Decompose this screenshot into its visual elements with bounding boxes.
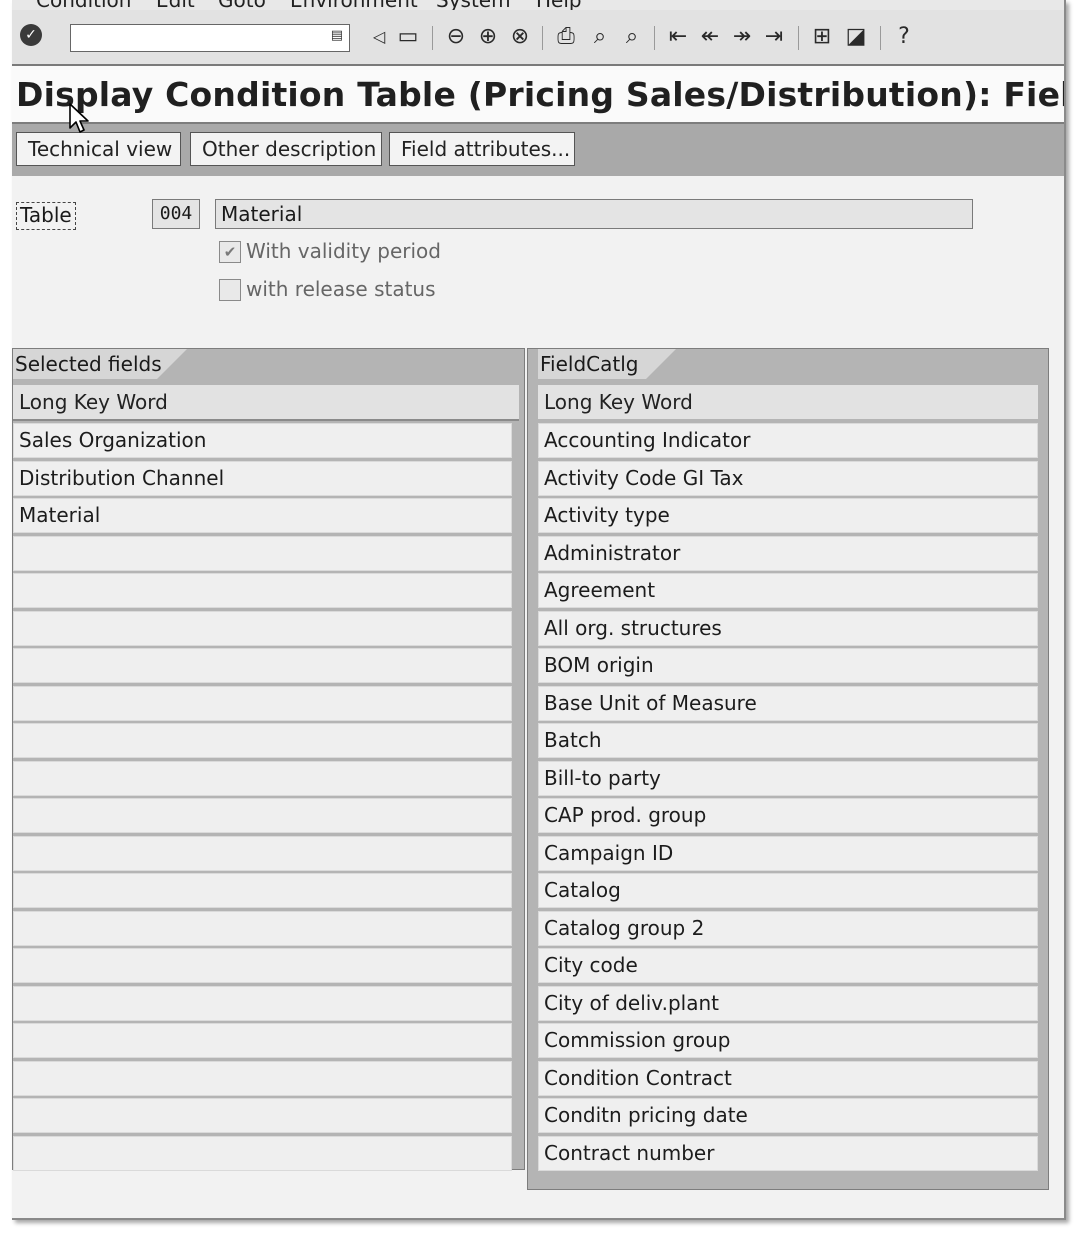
selected-field-row[interactable] <box>13 1060 512 1096</box>
field-catalog-panel: FieldCatlg Long Key Word Accounting Indi… <box>527 348 1049 1190</box>
selected-field-row[interactable] <box>13 610 512 646</box>
selected-field-row[interactable] <box>13 648 512 683</box>
field-catalog-row[interactable]: Activity type <box>538 498 1038 533</box>
exit-icon[interactable]: ⊕ <box>474 24 502 50</box>
find-next-icon[interactable]: ⌕ <box>618 24 646 50</box>
selected-field-row[interactable] <box>13 835 512 871</box>
selected-field-row[interactable]: Material <box>13 498 512 533</box>
help-icon[interactable]: ? <box>890 24 918 50</box>
selected-field-row[interactable]: Distribution Channel <box>13 460 512 496</box>
field-catalog-row[interactable]: Condition Contract <box>538 1060 1038 1096</box>
print-icon[interactable]: ⎙ <box>552 24 580 50</box>
field-catalog-row[interactable]: Contract number <box>538 1135 1038 1171</box>
page-title: Display Condition Table (Pricing Sales/D… <box>16 75 1064 114</box>
selected-fields-list: Sales Organization Distribution Channel Ma… <box>13 423 512 1173</box>
command-field[interactable]: ▤ <box>70 24 350 52</box>
selected-field-row[interactable] <box>13 1135 512 1171</box>
last-page-icon[interactable]: ⇥ <box>760 24 788 50</box>
field-catalog-row[interactable]: Accounting Indicator <box>538 423 1038 458</box>
release-status-label: with release status <box>246 277 436 301</box>
find-icon[interactable]: ⌕ <box>586 24 614 50</box>
next-page-icon[interactable]: ↠ <box>728 24 756 50</box>
first-page-icon[interactable]: ⇤ <box>664 24 692 50</box>
field-catalog-row[interactable]: Catalog <box>538 873 1038 908</box>
table-label: Table <box>16 202 76 230</box>
field-catalog-row[interactable]: City code <box>538 948 1038 983</box>
field-catalog-row[interactable]: Conditn pricing date <box>538 1098 1038 1133</box>
field-catalog-row[interactable]: Administrator <box>538 535 1038 571</box>
field-catalog-row[interactable]: Batch <box>538 723 1038 758</box>
selected-fields-panel: Selected fields Long Key Word Sales Orga… <box>12 348 525 1173</box>
application-toolbar: Technical view Other description Field a… <box>12 124 1064 176</box>
selected-field-row[interactable] <box>13 685 512 721</box>
command-history-icon[interactable]: ▤ <box>331 28 343 43</box>
field-catalog-row[interactable]: CAP prod. group <box>538 798 1038 833</box>
selected-field-row[interactable] <box>13 948 512 983</box>
technical-view-button[interactable]: Technical view <box>16 132 181 166</box>
validity-period-checkbox[interactable]: ✔ <box>219 241 241 263</box>
field-catalog-row[interactable]: City of deliv.plant <box>538 985 1038 1021</box>
selected-field-row[interactable] <box>13 798 512 833</box>
shortcut-icon[interactable]: ◪ <box>842 24 870 50</box>
selected-field-row[interactable] <box>13 535 512 571</box>
field-catalog-row[interactable]: BOM origin <box>538 648 1038 683</box>
selected-field-row[interactable] <box>13 985 512 1021</box>
field-catalog-row[interactable]: Agreement <box>538 573 1038 608</box>
cancel-icon[interactable]: ⊗ <box>506 24 534 50</box>
enter-icon[interactable]: ✓ <box>20 24 42 46</box>
release-status-checkbox[interactable] <box>219 279 241 301</box>
back-arrow-icon[interactable]: ◁ <box>368 24 390 50</box>
table-number-field[interactable]: 004 <box>152 199 200 229</box>
back-icon[interactable]: ⊖ <box>442 24 470 50</box>
save-icon[interactable]: ▭ <box>394 24 422 50</box>
field-catalog-row[interactable]: Base Unit of Measure <box>538 685 1038 721</box>
field-catalog-column-header[interactable]: Long Key Word <box>538 385 1038 419</box>
previous-page-icon[interactable]: ↞ <box>696 24 724 50</box>
field-catalog-row[interactable]: Activity Code GI Tax <box>538 460 1038 496</box>
selected-field-row[interactable] <box>13 910 512 946</box>
table-description-field: Material <box>215 199 973 229</box>
field-catalog-row[interactable]: Bill-to party <box>538 760 1038 796</box>
field-attributes-button[interactable]: Field attributes... <box>389 132 575 166</box>
tab-field-catalog[interactable]: FieldCatlg <box>538 349 676 379</box>
mouse-pointer-icon <box>69 103 89 133</box>
other-description-button[interactable]: Other description <box>190 132 382 166</box>
selected-field-row[interactable] <box>13 1098 512 1133</box>
validity-period-label: With validity period <box>246 239 441 263</box>
field-catalog-row[interactable]: Commission group <box>538 1023 1038 1058</box>
sap-window: Condition Edit Goto Environment System H… <box>12 0 1066 1220</box>
selected-field-row[interactable]: Sales Organization <box>13 423 512 458</box>
title-bar: Display Condition Table (Pricing Sales/D… <box>12 66 1064 124</box>
standard-toolbar: ✓ ▤ ◁ ▭ ⊖ ⊕ ⊗ ⎙ ⌕ ⌕ ⇤ ↞ ↠ ⇥ ⊞ ◪ ? <box>12 10 1064 66</box>
field-catalog-row[interactable]: Campaign ID <box>538 835 1038 871</box>
selected-field-row[interactable] <box>13 1023 512 1058</box>
field-catalog-row[interactable]: Catalog group 2 <box>538 910 1038 946</box>
selected-field-row[interactable] <box>13 723 512 758</box>
selected-field-row[interactable] <box>13 760 512 796</box>
create-session-icon[interactable]: ⊞ <box>808 24 836 50</box>
tab-selected-fields[interactable]: Selected fields <box>13 349 187 379</box>
field-catalog-list: Accounting Indicator Activity Code GI Tax… <box>538 423 1038 1173</box>
field-catalog-row[interactable]: All org. structures <box>538 610 1038 646</box>
selected-field-row[interactable] <box>13 573 512 608</box>
selected-fields-column-header[interactable]: Long Key Word <box>13 385 519 421</box>
selected-field-row[interactable] <box>13 873 512 908</box>
